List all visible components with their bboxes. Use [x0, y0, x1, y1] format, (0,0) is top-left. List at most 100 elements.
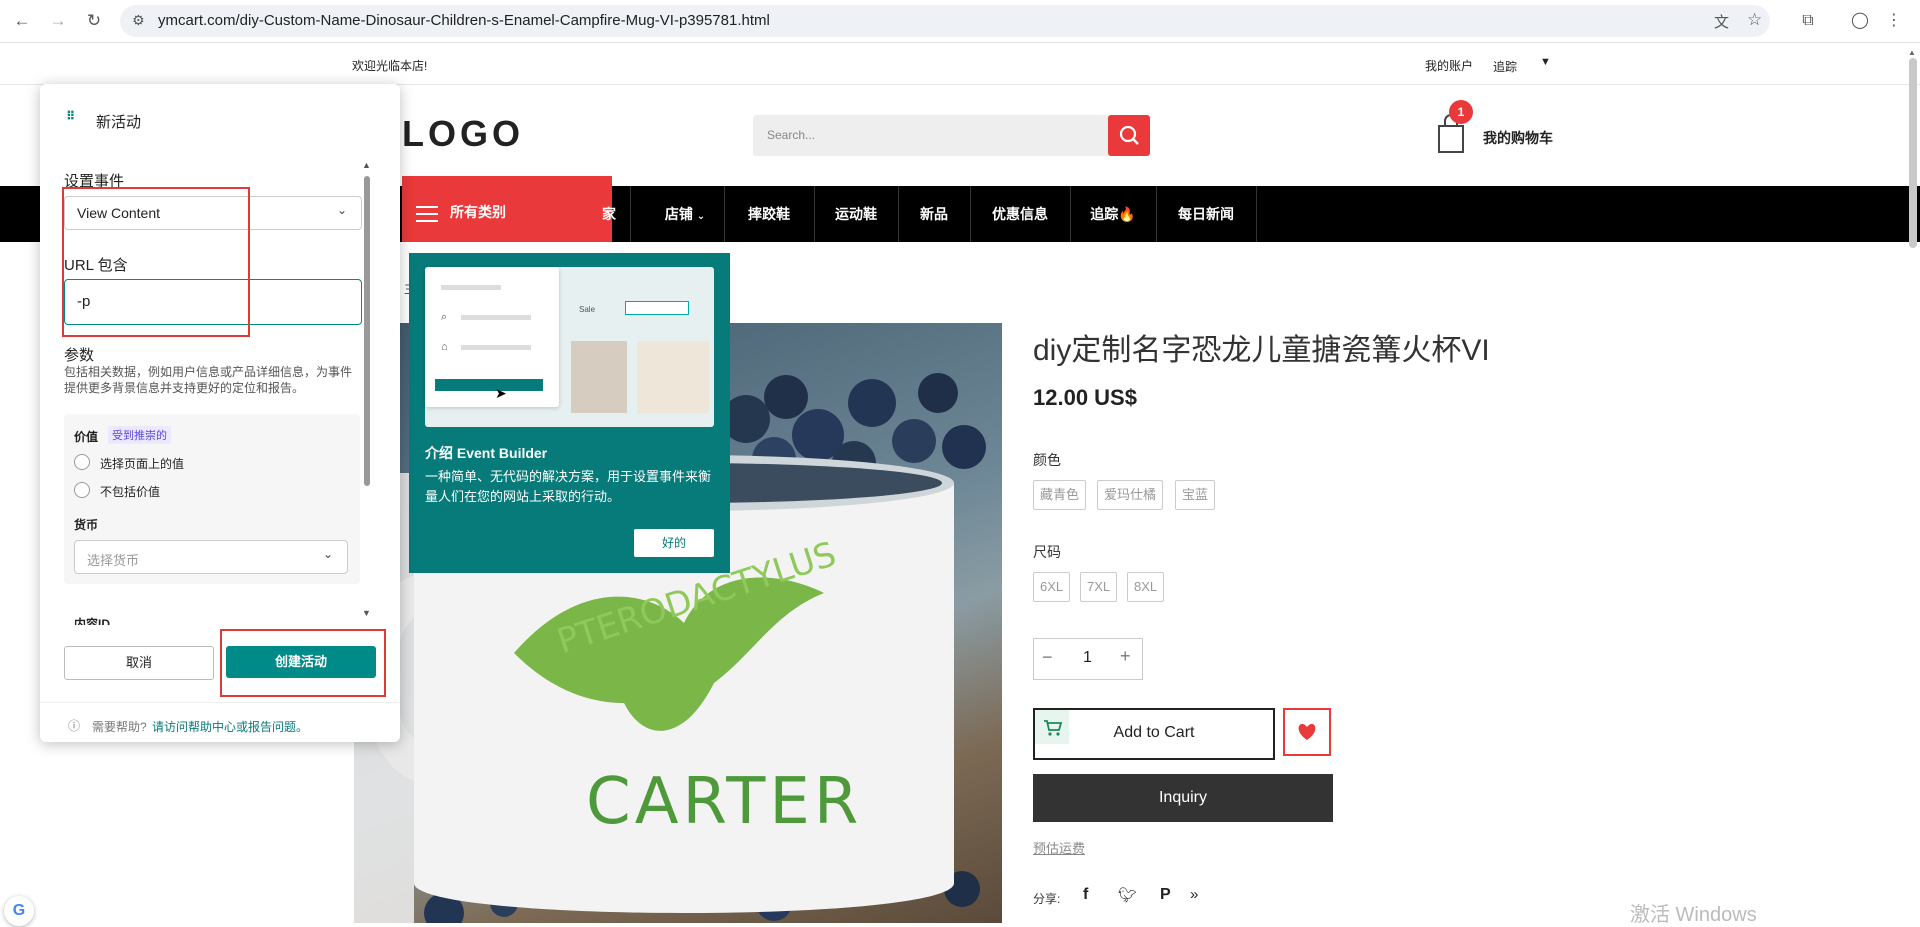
- nav-item-wrestling-shoes[interactable]: 摔跤鞋: [724, 186, 815, 242]
- estimate-shipping-link[interactable]: 预估运费: [1033, 838, 1085, 857]
- nav-item-new[interactable]: 新品: [898, 186, 971, 242]
- cart-label[interactable]: 我的购物车: [1483, 128, 1553, 148]
- scroll-thumb[interactable]: [364, 176, 370, 486]
- inquiry-button[interactable]: Inquiry: [1033, 774, 1333, 822]
- all-categories-label: 所有类别: [450, 204, 506, 220]
- product-title: diy定制名字恐龙儿童搪瓷篝火杯VI: [1033, 334, 1490, 367]
- account-link[interactable]: 我的账户: [1425, 57, 1473, 74]
- mock-sale-label: Sale: [579, 305, 596, 314]
- bookmark-star-icon[interactable]: ☆: [1747, 10, 1762, 30]
- cancel-button[interactable]: 取消: [64, 646, 214, 680]
- nav-item-shop[interactable]: 店铺 ⌄: [646, 186, 725, 242]
- panel-title: 新活动: [96, 114, 142, 131]
- extensions-icon[interactable]: ⧉: [1797, 10, 1819, 32]
- product-price: 12.00 US$: [1033, 385, 1137, 410]
- nav-item-home[interactable]: 家: [588, 186, 631, 242]
- site-info-icon[interactable]: ⚙: [132, 12, 145, 29]
- params-description: 包括相关数据，例如用户信息或产品详细信息，为事件提供更多背景信息并支持更好的定位…: [64, 365, 353, 395]
- mini-search-icon: ⌕: [441, 311, 448, 323]
- popover-illustration: ⌕ ⌂ ➤ Sale: [425, 267, 714, 427]
- quantity-stepper: − 1 +: [1033, 638, 1143, 680]
- search-placeholder: Search...: [767, 128, 816, 142]
- address-bar[interactable]: ⚙ ymcart.com/diy-Custom-Name-Dinosaur-Ch…: [120, 5, 1770, 37]
- page-scrollbar[interactable]: [1909, 58, 1917, 248]
- mug-name-text: CARTER: [586, 765, 862, 839]
- panel-scrollbar[interactable]: ▲ ▼: [362, 160, 371, 618]
- size-label: 尺码: [1033, 544, 1061, 560]
- event-builder-popover: ⌕ ⌂ ➤ Sale 介绍 Event Builder 一种简单、无代码的解决方…: [409, 253, 730, 573]
- search-icon: [1119, 125, 1139, 145]
- radio-exclude-value-label[interactable]: 不包括价值: [100, 483, 160, 500]
- size-option-8xl[interactable]: 8XL: [1127, 572, 1165, 602]
- facebook-icon[interactable]: f: [1083, 886, 1088, 904]
- nav-item-track[interactable]: 追踪🔥: [1070, 186, 1157, 242]
- twitter-icon[interactable]: 🐦︎: [1118, 886, 1137, 904]
- radio-select-page-value-label[interactable]: 选择页面上的值: [100, 455, 184, 472]
- add-to-cart-button[interactable]: Add to Cart: [1033, 708, 1275, 760]
- forward-icon[interactable]: →: [46, 9, 70, 33]
- scroll-up-icon[interactable]: ▲: [362, 160, 371, 170]
- back-icon[interactable]: ←: [10, 9, 34, 33]
- pinterest-icon[interactable]: P: [1160, 886, 1171, 904]
- content-id-label: 内容ID: [74, 617, 111, 625]
- size-option-7xl[interactable]: 7XL: [1080, 572, 1118, 602]
- scroll-down-icon[interactable]: ▼: [362, 608, 371, 618]
- help-link[interactable]: 请访问帮助中心或报告问题。: [152, 718, 308, 735]
- new-event-panel: ⠿ 新活动 设置事件 View Content ⌄ URL 包含 -p 参数 包…: [40, 84, 400, 742]
- color-option-orange[interactable]: 爱玛仕橘: [1097, 480, 1164, 510]
- chevron-down-icon: ⌄: [696, 211, 706, 222]
- track-link[interactable]: 追踪: [1493, 58, 1517, 75]
- nav-item-daily-news[interactable]: 每日新闻: [1156, 186, 1257, 242]
- site-logo[interactable]: LOGO: [402, 113, 524, 155]
- panel-divider: [40, 702, 400, 703]
- heart-icon: [1298, 723, 1316, 740]
- popover-ok-button[interactable]: 好的: [634, 529, 714, 557]
- all-categories-button[interactable]: 所有类别: [402, 176, 612, 242]
- popover-description: 一种简单、无代码的解决方案，用于设置事件来衡量人们在您的网站上采取的行动。: [425, 469, 712, 504]
- params-title: 参数: [64, 347, 95, 364]
- radio-exclude-value[interactable]: [74, 482, 90, 498]
- drag-handle-icon[interactable]: ⠿: [66, 109, 75, 123]
- highlight-box-event-fields: [62, 187, 250, 337]
- more-share-icon[interactable]: »: [1190, 886, 1198, 903]
- reload-icon[interactable]: ↻: [82, 9, 106, 33]
- url-text[interactable]: ymcart.com/diy-Custom-Name-Dinosaur-Chil…: [158, 12, 770, 29]
- translate-icon[interactable]: 文: [1714, 11, 1729, 32]
- currency-label: 货币: [74, 518, 99, 532]
- search-input[interactable]: Search...: [753, 115, 1110, 156]
- browser-toolbar: ← → ↻ ⚙ ymcart.com/diy-Custom-Name-Dinos…: [0, 0, 1920, 43]
- color-option-navy[interactable]: 藏青色: [1033, 480, 1087, 510]
- value-label: 价值: [74, 430, 99, 444]
- profile-icon[interactable]: ◯: [1849, 10, 1871, 32]
- currency-select[interactable]: 选择货币 ⌄: [74, 540, 348, 574]
- activate-windows-watermark: 激活 Windows: [1630, 904, 1757, 926]
- nav-item-deals[interactable]: 优惠信息: [970, 186, 1071, 242]
- currency-placeholder: 选择货币: [87, 553, 140, 568]
- popover-title: 介绍 Event Builder: [425, 445, 548, 461]
- chevron-down-icon: ⌄: [323, 547, 334, 561]
- radio-select-page-value[interactable]: [74, 454, 90, 470]
- search-button[interactable]: [1108, 115, 1150, 156]
- nav-item-sneakers[interactable]: 运动鞋: [814, 186, 899, 242]
- mini-lock-icon: ⌂: [441, 341, 448, 353]
- minus-icon[interactable]: −: [1042, 647, 1053, 668]
- cursor-icon: ➤: [495, 385, 507, 401]
- page-scroll-up-icon[interactable]: ▲: [1908, 48, 1916, 57]
- help-icon: ⓘ: [68, 719, 81, 733]
- help-prefix: 需要帮助?: [92, 720, 147, 734]
- recommended-badge: 受到推崇的: [108, 426, 171, 444]
- top-strip: 欢迎光临本店! 我的账户 追踪 ▼: [0, 43, 1920, 85]
- welcome-text: 欢迎光临本店!: [352, 59, 428, 73]
- size-option-6xl[interactable]: 6XL: [1033, 572, 1071, 602]
- caret-down-icon[interactable]: ▼: [1540, 56, 1551, 68]
- cart-count-badge: 1: [1449, 100, 1473, 124]
- quantity-value[interactable]: 1: [1083, 649, 1092, 667]
- share-label: 分享:: [1033, 892, 1061, 906]
- menu-icon[interactable]: ⋮: [1883, 10, 1905, 32]
- add-to-cart-label: Add to Cart: [1113, 724, 1195, 741]
- params-card: 价值 受到推崇的 选择页面上的值 不包括价值 货币 选择货币 ⌄: [64, 414, 360, 584]
- highlight-box-create: [220, 629, 386, 697]
- plus-icon[interactable]: +: [1120, 646, 1131, 667]
- color-option-royal-blue[interactable]: 宝蓝: [1175, 480, 1216, 510]
- wishlist-button[interactable]: [1283, 708, 1331, 756]
